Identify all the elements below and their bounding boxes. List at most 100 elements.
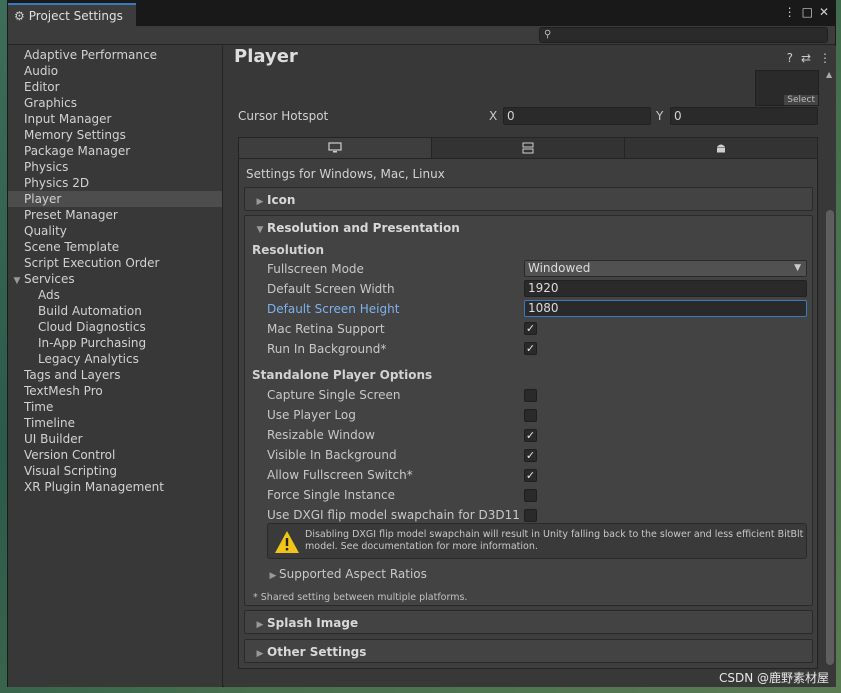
resolution-subheader: Resolution [252, 243, 325, 257]
option-checkbox[interactable] [524, 489, 537, 502]
sidebar-item[interactable]: Quality [8, 223, 222, 239]
fullscreen-mode-value: Windowed [528, 261, 591, 275]
help-icon[interactable]: ? [787, 51, 793, 65]
dxgi-warning: Disabling DXGI flip model swapchain will… [267, 523, 807, 559]
run-in-background-checkbox[interactable]: ✓ [524, 342, 537, 355]
sidebar-item-label: Quality [24, 224, 67, 238]
hotspot-x-field[interactable]: 0 [503, 107, 651, 125]
android-icon [717, 144, 725, 153]
screen-height-field[interactable]: 1080 [524, 300, 807, 317]
option-label: Resizable Window [267, 428, 375, 442]
sidebar-item[interactable]: Graphics [8, 95, 222, 111]
sidebar-item[interactable]: Legacy Analytics [8, 351, 222, 367]
mac-retina-checkbox[interactable]: ✓ [524, 322, 537, 335]
preset-icon[interactable]: ⇄ [801, 51, 811, 65]
sidebar-item-label: UI Builder [24, 432, 83, 446]
sidebar-item[interactable]: In-App Purchasing [8, 335, 222, 351]
more-icon[interactable]: ⋮ [819, 51, 831, 65]
screen-width-field[interactable]: 1920 [524, 280, 807, 297]
aspect-ratios-foldout[interactable]: ▶ Supported Aspect Ratios [267, 567, 427, 581]
settings-for-label: Settings for Windows, Mac, Linux [246, 167, 445, 181]
sidebar-item[interactable]: Script Execution Order [8, 255, 222, 271]
sidebar-item[interactable]: Player [8, 191, 222, 207]
platform-tabs [238, 137, 818, 159]
sidebar-item[interactable]: Tags and Layers [8, 367, 222, 383]
splash-foldout[interactable]: ▶ Splash Image [244, 610, 813, 634]
sidebar-item[interactable]: Ads [8, 287, 222, 303]
window-tab[interactable]: ⚙ Project Settings [8, 3, 136, 26]
sidebar-item[interactable]: Adaptive Performance [8, 47, 222, 63]
scroll-up-icon[interactable]: ▲ [826, 70, 832, 79]
sidebar-item[interactable]: Build Automation [8, 303, 222, 319]
sidebar: Adaptive Performance Audio Editor Graphics I… [8, 46, 223, 687]
sidebar-item[interactable]: Memory Settings [8, 127, 222, 143]
main-panel: Player ? ⇄ ⋮ Select Cursor Hotspot X 0 Y… [224, 46, 836, 687]
sidebar-item-label: Timeline [24, 416, 76, 430]
sidebar-item-label: Version Control [24, 448, 116, 462]
aspect-ratios-label: Supported Aspect Ratios [279, 567, 427, 581]
sidebar-item[interactable]: Time [8, 399, 222, 415]
cursor-hotspot-label: Cursor Hotspot [238, 109, 329, 123]
warning-icon [275, 531, 299, 553]
sidebar-item[interactable]: Physics [8, 159, 222, 175]
sidebar-item[interactable]: Package Manager [8, 143, 222, 159]
vertical-scrollbar[interactable]: ▲ [824, 70, 836, 687]
sidebar-item[interactable]: Physics 2D [8, 175, 222, 191]
icon-foldout[interactable]: ▶ Icon [244, 187, 813, 211]
mac-retina-label: Mac Retina Support [267, 322, 385, 336]
tab-server[interactable] [432, 138, 625, 158]
option-checkbox[interactable] [524, 509, 537, 522]
tab-android[interactable] [625, 138, 817, 158]
option-label: Use DXGI flip model swapchain for D3D11 [267, 508, 520, 522]
project-settings-window: ⚙ Project Settings ⋮ □ ✕ ⚲ Adaptive Perf… [7, 0, 836, 687]
shared-setting-note: * Shared setting between multiple platfo… [253, 592, 468, 603]
sidebar-item[interactable]: Visual Scripting [8, 463, 222, 479]
more-menu-icon[interactable]: ⋮ [784, 5, 796, 19]
select-button[interactable]: Select [784, 95, 818, 105]
sidebar-item-label: Time [24, 400, 54, 414]
cursor-texture-slot[interactable]: Select [755, 70, 819, 106]
warning-line-2: model. See documentation for more inform… [305, 541, 538, 552]
collapse-icon[interactable]: ▼ [10, 273, 24, 289]
fullscreen-mode-dropdown[interactable]: Windowed ▼ [524, 260, 807, 277]
search-input[interactable]: ⚲ [539, 27, 828, 43]
option-checkbox[interactable] [524, 389, 537, 402]
sidebar-item[interactable]: Audio [8, 63, 222, 79]
screen-width-label: Default Screen Width [267, 282, 395, 296]
warning-text: Disabling DXGI flip model swapchain will… [305, 529, 805, 553]
option-checkbox[interactable]: ✓ [524, 449, 537, 462]
page-title: Player [234, 46, 298, 67]
sidebar-item[interactable]: Timeline [8, 415, 222, 431]
sidebar-item[interactable]: Cloud Diagnostics [8, 319, 222, 335]
tab-standalone[interactable] [239, 138, 432, 158]
maximize-icon[interactable]: □ [802, 5, 813, 19]
resolution-foldout-header[interactable]: ▼ Resolution and Presentation [245, 216, 812, 240]
hotspot-y-field[interactable]: 0 [670, 107, 818, 125]
sidebar-item[interactable]: Preset Manager [8, 207, 222, 223]
sidebar-item[interactable]: Input Manager [8, 111, 222, 127]
close-icon[interactable]: ✕ [819, 5, 829, 19]
option-checkbox[interactable] [524, 409, 537, 422]
sidebar-item-label: Services [24, 272, 75, 286]
sidebar-item[interactable]: UI Builder [8, 431, 222, 447]
scrollbar-thumb[interactable] [826, 210, 834, 665]
sidebar-item[interactable]: Scene Template [8, 239, 222, 255]
sidebar-item[interactable]: ▼ Services [8, 271, 222, 287]
sidebar-item[interactable]: Editor [8, 79, 222, 95]
sidebar-item[interactable]: TextMesh Pro [8, 383, 222, 399]
sidebar-item-label: Tags and Layers [24, 368, 121, 382]
option-checkbox[interactable]: ✓ [524, 469, 537, 482]
resolution-foldout-label: Resolution and Presentation [267, 221, 460, 235]
sidebar-item-label: Ads [38, 288, 60, 302]
sidebar-item[interactable]: XR Plugin Management [8, 479, 222, 495]
sidebar-item[interactable]: Version Control [8, 447, 222, 463]
option-checkbox[interactable]: ✓ [524, 429, 537, 442]
other-settings-foldout[interactable]: ▶ Other Settings [244, 639, 813, 663]
sidebar-item-label: Physics 2D [24, 176, 90, 190]
expand-icon: ▶ [256, 620, 264, 630]
gear-icon: ⚙ [14, 8, 25, 23]
option-label: Use Player Log [267, 408, 356, 422]
window-controls: ⋮ □ ✕ [784, 5, 829, 19]
sidebar-item-label: Legacy Analytics [38, 352, 139, 366]
x-label: X [489, 109, 498, 123]
